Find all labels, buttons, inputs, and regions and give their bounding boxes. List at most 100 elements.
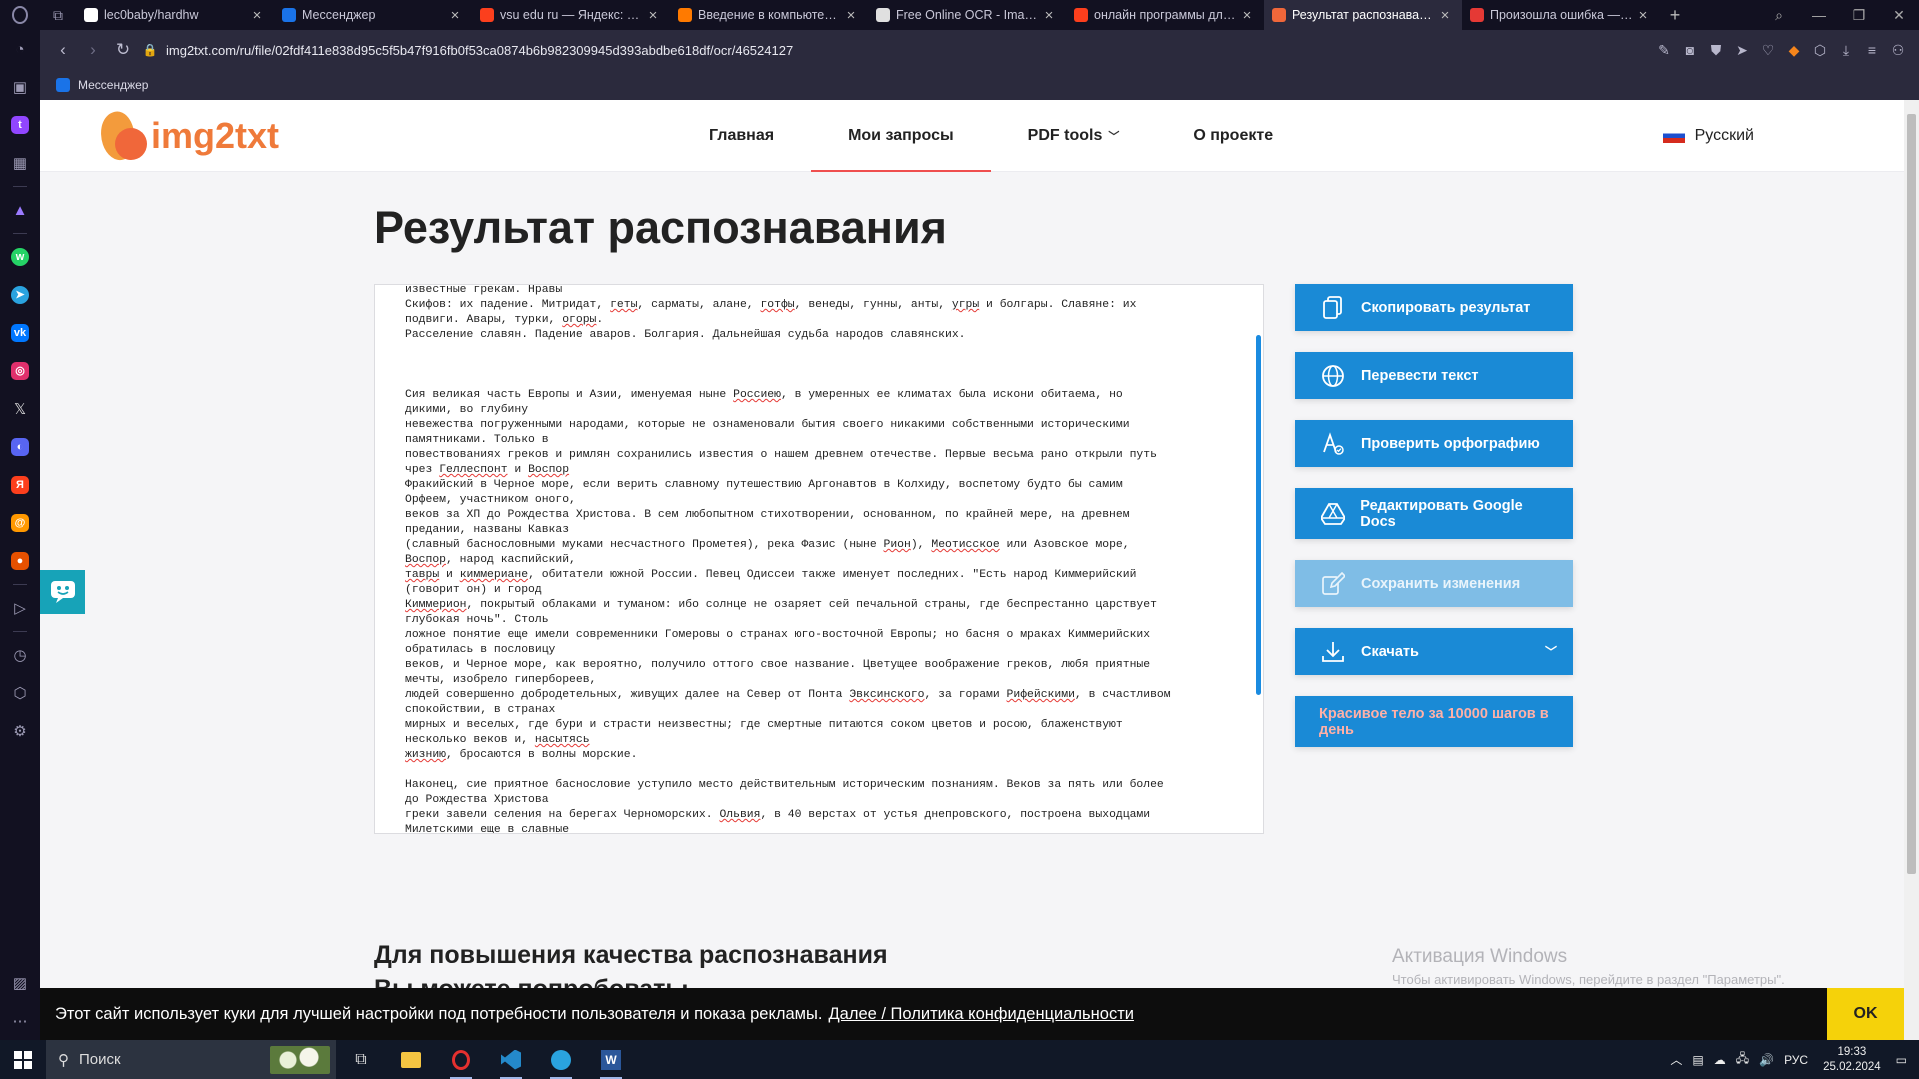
instagram-icon[interactable]: ◎ <box>0 352 40 390</box>
start-button[interactable] <box>0 1040 46 1079</box>
history-icon[interactable]: ◷ <box>0 636 40 674</box>
opera-menu-button[interactable] <box>0 0 40 30</box>
check-spelling-button[interactable]: Проверить орфографию <box>1295 420 1573 467</box>
forward-button[interactable]: › <box>78 40 108 60</box>
edit-google-docs-button[interactable]: Редактировать Google Docs <box>1295 488 1573 539</box>
opera-taskbar-icon[interactable] <box>436 1040 486 1079</box>
edit-icon[interactable]: ✎ <box>1651 42 1677 59</box>
language-selector[interactable]: Русский <box>1662 100 1754 172</box>
snapshot-icon[interactable]: ◙ <box>1677 42 1703 58</box>
volume-icon[interactable]: 🔊 <box>1759 1053 1774 1067</box>
whatsapp-icon[interactable]: w <box>0 238 40 276</box>
browser-tab[interactable]: онлайн программы для р × <box>1066 0 1264 30</box>
page-scrollbar[interactable] <box>1904 100 1919 1040</box>
tab-search-icon[interactable]: ⌕ <box>1759 0 1799 30</box>
gallery-icon[interactable]: ▨ <box>0 964 40 1002</box>
send-icon[interactable]: ➤ <box>1729 42 1755 59</box>
app-icon[interactable]: ● <box>0 542 40 580</box>
tab-favicon-icon <box>480 8 494 22</box>
extensions-icon[interactable]: ⬡ <box>1807 42 1833 59</box>
close-tab-icon[interactable]: × <box>644 7 662 24</box>
page-scrollbar-thumb[interactable] <box>1907 114 1916 874</box>
browser-tab[interactable]: Произошла ошибка — Co × <box>1462 0 1660 30</box>
clock[interactable]: 19:33 25.02.2024 <box>1823 1045 1881 1075</box>
telegram-icon[interactable]: ➤ <box>0 276 40 314</box>
aria-icon[interactable]: ▦ <box>0 144 40 182</box>
nav-pdf-tools[interactable]: PDF tools ﹀ <box>991 100 1157 172</box>
input-language[interactable]: РУС <box>1784 1053 1808 1067</box>
dropdown-chevron-icon[interactable]: ﹀ <box>1545 643 1557 660</box>
ocr-result-textarea[interactable]: известные грекам. Нравы Скифов: их падени… <box>374 284 1264 834</box>
discord-icon[interactable]: ◐ <box>0 428 40 466</box>
close-window-button[interactable]: ✕ <box>1879 0 1919 30</box>
settings-gear-icon[interactable]: ⚙ <box>0 712 40 750</box>
browser-tab[interactable]: Free Online OCR - Image to × <box>868 0 1066 30</box>
close-tab-icon[interactable]: × <box>842 7 860 24</box>
tray-chevron-icon[interactable]: ︿ <box>1670 1051 1682 1068</box>
player-icon[interactable]: ▷ <box>0 589 40 627</box>
close-tab-icon[interactable]: × <box>1238 7 1256 24</box>
reload-button[interactable]: ↻ <box>108 40 138 60</box>
nav-about[interactable]: О проекте <box>1156 100 1310 172</box>
vpn-icon[interactable]: ⛊ <box>1703 42 1729 59</box>
browser-tab[interactable]: Результат распознавания × <box>1264 0 1462 30</box>
speed-dial-icon[interactable]: ◔ <box>0 30 40 68</box>
close-tab-icon[interactable]: × <box>248 7 266 24</box>
vscode-taskbar-icon[interactable] <box>486 1040 536 1079</box>
word-taskbar-icon[interactable]: W <box>586 1040 636 1079</box>
close-tab-icon[interactable]: × <box>1634 7 1652 24</box>
close-tab-icon[interactable]: × <box>446 7 464 24</box>
browser-tab[interactable]: Введение в компьютерную × <box>670 0 868 30</box>
privacy-policy-link[interactable]: Далее / Политика конфиденциальности <box>828 1005 1134 1024</box>
metamask-icon[interactable]: ◆ <box>1781 42 1807 59</box>
restore-button[interactable]: ❐ <box>1839 0 1879 30</box>
copy-result-button[interactable]: Скопировать результат <box>1295 284 1573 331</box>
textarea-scrollbar[interactable] <box>1256 335 1261 695</box>
mail-icon[interactable]: @ <box>0 504 40 542</box>
back-button[interactable]: ‹ <box>48 40 78 60</box>
easy-setup-icon[interactable]: ≡ <box>1859 42 1885 58</box>
chat-widget-button[interactable] <box>40 570 85 614</box>
browser-tab[interactable]: vsu edu ru — Яндекс: нашлось× <box>472 0 670 30</box>
yandex-icon[interactable]: Я <box>0 466 40 504</box>
x-twitter-icon[interactable]: 𝕏 <box>0 390 40 428</box>
close-tab-icon[interactable]: × <box>1040 7 1058 24</box>
file-explorer-icon[interactable] <box>386 1040 436 1079</box>
browser-tab[interactable]: lec0baby/hardhw × <box>76 0 274 30</box>
shopping-icon[interactable]: ▣ <box>0 68 40 106</box>
promo-banner-button[interactable]: Красивое тело за 10000 шагов в день <box>1295 696 1573 747</box>
url-field[interactable]: img2txt.com/ru/file/02fdf411e838d95c5f5b… <box>166 43 793 58</box>
tray-onedrive-icon[interactable]: ☁ <box>1714 1053 1726 1067</box>
save-changes-button[interactable]: Сохранить изменения <box>1295 560 1573 607</box>
cookie-ok-button[interactable]: OK <box>1827 988 1904 1040</box>
heart-icon[interactable]: ♡ <box>1755 42 1781 59</box>
new-tab-button[interactable]: + <box>1660 5 1690 26</box>
ocr-result-text[interactable]: известные грекам. Нравы Скифов: их падени… <box>405 285 1225 833</box>
tab-spaces-icon[interactable]: ⧉ <box>40 0 76 30</box>
profile-icon[interactable]: ⚇ <box>1885 42 1911 59</box>
network-icon[interactable]: 🖧 <box>1736 1049 1749 1070</box>
russia-flag-icon <box>1662 129 1685 143</box>
minimize-button[interactable]: — <box>1799 0 1839 30</box>
tray-app-icon[interactable]: ▤ <box>1692 1053 1703 1067</box>
nav-my-requests[interactable]: Мои запросы <box>811 100 991 172</box>
close-tab-icon[interactable]: × <box>1436 7 1454 24</box>
taskbar-search[interactable]: ⚲ Поиск <box>46 1040 336 1079</box>
site-logo[interactable]: img2txt <box>94 107 279 165</box>
lock-icon[interactable]: 🔒 <box>138 43 162 57</box>
notifications-icon[interactable]: ▭ <box>1896 1053 1907 1067</box>
bookmark-messenger[interactable]: Мессенджер <box>78 78 148 92</box>
download-button[interactable]: Скачать ﹀ <box>1295 628 1573 675</box>
aria-ai-icon[interactable]: ▲ <box>0 191 40 229</box>
translate-text-button[interactable]: Перевести текст <box>1295 352 1573 399</box>
download-icon[interactable]: ⤓ <box>1833 42 1859 59</box>
vk-icon[interactable]: vk <box>0 314 40 352</box>
bookmarks-bar: Мессенджер <box>40 70 1919 100</box>
nav-home[interactable]: Главная <box>672 100 811 172</box>
browser-tab[interactable]: Мессенджер × <box>274 0 472 30</box>
task-view-icon[interactable]: ⧉ <box>336 1040 386 1079</box>
twitch-icon[interactable]: t <box>0 106 40 144</box>
more-icon[interactable]: ⋯ <box>0 1002 40 1040</box>
cube-icon[interactable]: ⬡ <box>0 674 40 712</box>
telegram-taskbar-icon[interactable] <box>536 1040 586 1079</box>
